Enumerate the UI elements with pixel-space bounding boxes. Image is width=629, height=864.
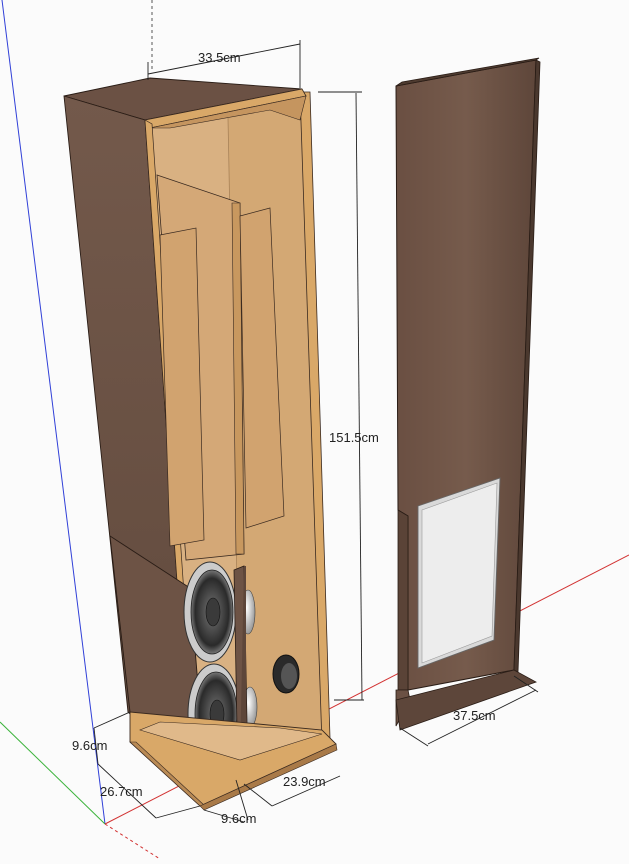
dimension-height-label: 151.5cm: [329, 430, 379, 445]
dimension-door-width-label: 37.5cm: [453, 708, 496, 723]
drawing-canvas: 33.5cm 151.5cm 37.5cm 9.6cm 26.7cm 9.6cm…: [0, 0, 629, 860]
baffle-lower-left: [397, 509, 409, 691]
woofer-upper: [183, 561, 237, 663]
speaker-cabinet: [63, 77, 338, 811]
dimension-plinth-height-label: 9.6cm: [72, 738, 107, 753]
dimension-height: 151.5cm: [318, 91, 379, 701]
dimension-top-width-label: 33.5cm: [198, 50, 241, 65]
dimension-plinth-height: 9.6cm: [72, 711, 131, 765]
dimension-bottom-inner-label: 23.9cm: [283, 774, 326, 789]
red-axis-dashed: [104, 823, 161, 860]
dimension-depth-label: 26.7cm: [100, 784, 143, 799]
glass-window: [421, 482, 498, 664]
bass-port: [272, 654, 300, 694]
dimension-front-gap-label: 9.6cm: [221, 811, 256, 826]
cabinet-drawing: 33.5cm 151.5cm 37.5cm 9.6cm 26.7cm 9.6cm…: [0, 0, 629, 860]
front-baffle-panel: [395, 57, 541, 731]
